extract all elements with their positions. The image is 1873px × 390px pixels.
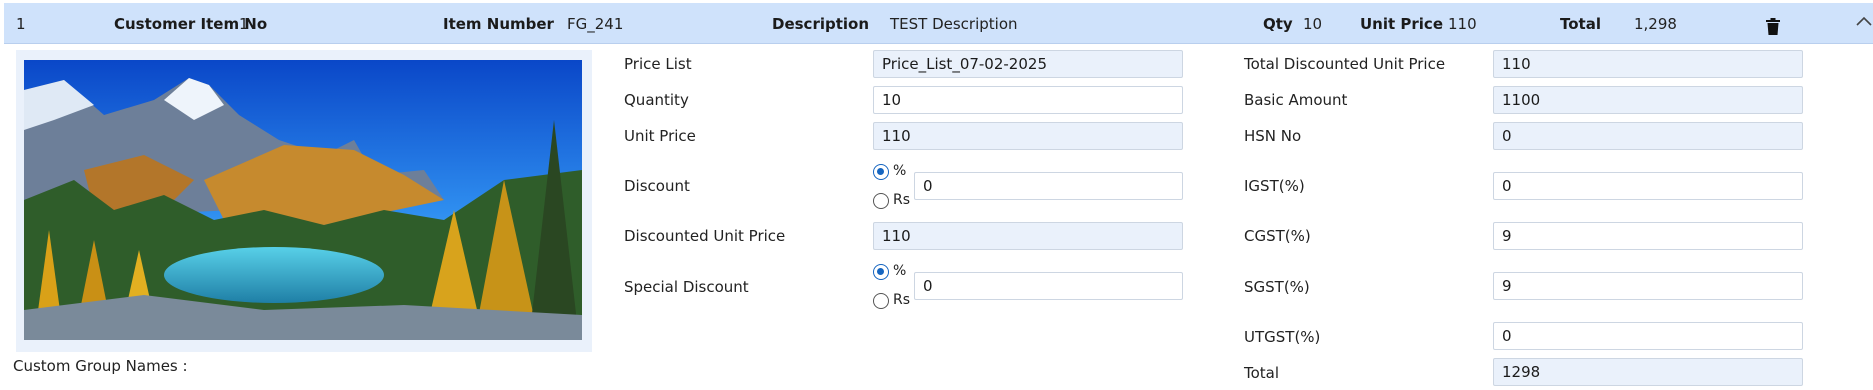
discount-percent-radio[interactable] (873, 164, 889, 180)
hsn-label: HSN No (1244, 127, 1302, 145)
sgst-field[interactable]: 9 (1493, 272, 1803, 300)
discounted-unit-price-field[interactable]: 110 (873, 222, 1183, 250)
unit-price-value: 110 (1448, 15, 1477, 33)
item-number-label: Item Number (443, 15, 554, 33)
custom-group-names-label: Custom Group Names : (13, 357, 188, 375)
special-discount-rs-radio[interactable] (873, 293, 889, 309)
discount-percent-radio-label: % (893, 163, 907, 179)
total-label: Total (1560, 15, 1601, 33)
discounted-unit-price-label: Discounted Unit Price (624, 227, 786, 245)
special-discount-label: Special Discount (624, 278, 749, 296)
chevron-up-icon[interactable] (1856, 15, 1872, 27)
igst-label: IGST(%) (1244, 177, 1305, 195)
product-image-frame (16, 50, 592, 352)
utgst-label: UTGST(%) (1244, 328, 1321, 346)
line-item-header[interactable]: 1 Customer Item No 1 Item Number FG_241 … (4, 3, 1873, 44)
discount-rs-radio[interactable] (873, 193, 889, 209)
sgst-label: SGST(%) (1244, 278, 1310, 296)
line-number: 1 (16, 15, 26, 33)
tax-total-field[interactable]: 1298 (1493, 358, 1803, 386)
quantity-field[interactable]: 10 (873, 86, 1183, 114)
unit-price-field-label: Unit Price (624, 127, 696, 145)
utgst-field[interactable]: 0 (1493, 322, 1803, 350)
hsn-field[interactable]: 0 (1493, 122, 1803, 150)
basic-amount-label: Basic Amount (1244, 91, 1348, 109)
igst-field[interactable]: 0 (1493, 172, 1803, 200)
total-discounted-unit-price-label: Total Discounted Unit Price (1244, 55, 1446, 73)
price-list-field[interactable]: Price_List_07-02-2025 (873, 50, 1183, 78)
qty-label: Qty (1263, 15, 1293, 33)
unit-price-field[interactable]: 110 (873, 122, 1183, 150)
trash-icon[interactable] (1766, 18, 1780, 35)
special-discount-percent-radio[interactable] (873, 264, 889, 280)
basic-amount-field[interactable]: 1100 (1493, 86, 1803, 114)
description-label: Description (772, 15, 870, 33)
discount-field[interactable]: 0 (914, 172, 1183, 200)
total-value: 1,298 (1634, 15, 1677, 33)
discount-rs-radio-label: Rs (893, 192, 911, 208)
qty-value: 10 (1303, 15, 1323, 33)
total-discounted-unit-price-field[interactable]: 110 (1493, 50, 1803, 78)
unit-price-label: Unit Price (1360, 15, 1443, 33)
customer-item-value: 1 (239, 15, 249, 33)
cgst-label: CGST(%) (1244, 227, 1311, 245)
price-list-label: Price List (624, 55, 692, 73)
cgst-field[interactable]: 9 (1493, 222, 1803, 250)
special-discount-field[interactable]: 0 (914, 272, 1183, 300)
description-value: TEST Description (890, 15, 1018, 33)
item-number-value: FG_241 (567, 15, 624, 33)
tax-total-label: Total (1244, 364, 1280, 382)
discount-label: Discount (624, 177, 690, 195)
quantity-label: Quantity (624, 91, 689, 109)
special-discount-percent-radio-label: % (893, 263, 907, 279)
special-discount-rs-radio-label: Rs (893, 292, 911, 308)
product-image (24, 60, 582, 340)
